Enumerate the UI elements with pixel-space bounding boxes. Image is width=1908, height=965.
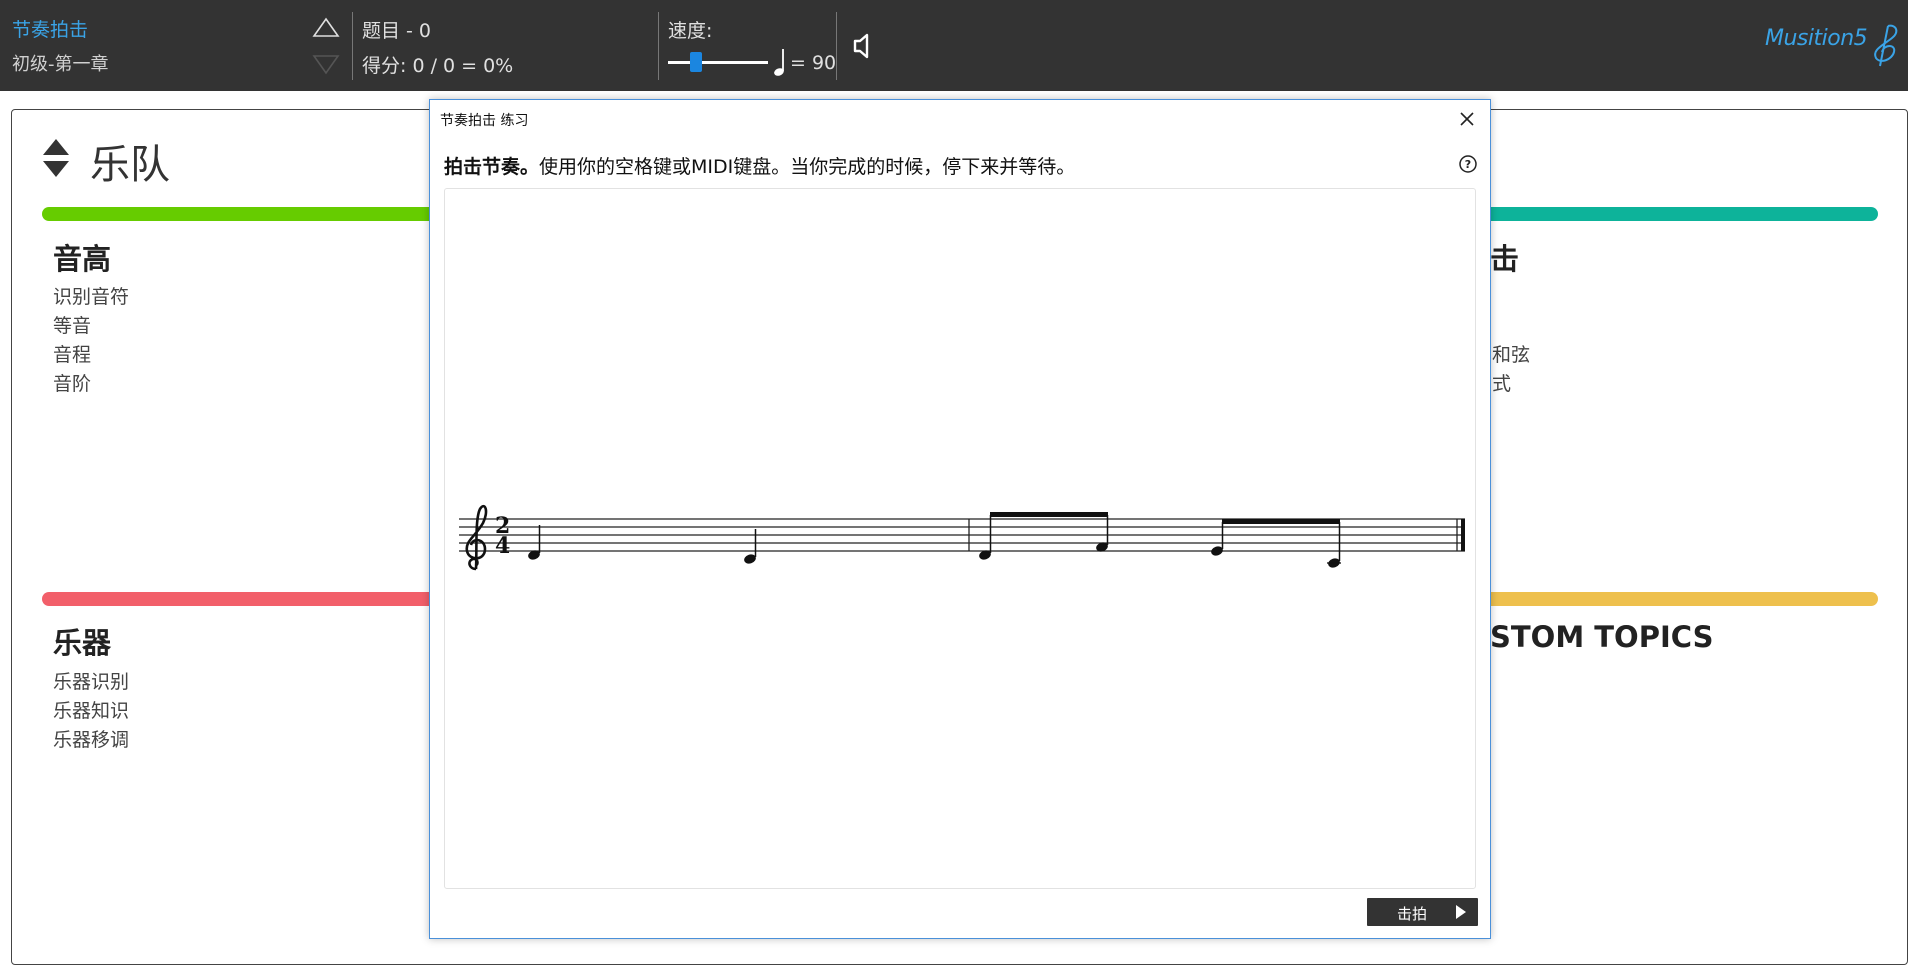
topic-link[interactable]: 等音 bbox=[53, 312, 129, 341]
score-display: 得分: 0 / 0 = 0% bbox=[362, 55, 514, 77]
clef-logo-icon bbox=[1874, 24, 1898, 67]
svg-text:?: ? bbox=[1465, 158, 1471, 171]
quarter-note-icon bbox=[774, 49, 784, 76]
category-heading-pitch[interactable]: 音高 bbox=[53, 236, 111, 278]
triangle-down-icon[interactable] bbox=[311, 52, 341, 76]
toolbar-separator bbox=[658, 12, 659, 80]
tempo-slider-track bbox=[668, 61, 768, 64]
category-list-instruments: 乐器识别 乐器知识 乐器移调 bbox=[53, 668, 129, 755]
topic-link[interactable] bbox=[1492, 283, 1530, 312]
category-list-pitch: 识别音符 等音 音程 音阶 bbox=[53, 283, 129, 399]
topic-link[interactable]: 乐器识别 bbox=[53, 668, 129, 697]
time-signature-bottom: 4 bbox=[495, 533, 510, 559]
exercise-subtitle: 初级-第一章 bbox=[12, 54, 109, 75]
instruction-bold: 拍击节奏。 bbox=[444, 156, 540, 178]
instruction-rest: 使用你的空格键或MIDI键盘。当你完成的时候，停下来并等待。 bbox=[539, 156, 1076, 178]
topic-link[interactable]: 音程 bbox=[53, 341, 129, 370]
exercise-title[interactable]: 节奏拍击 bbox=[12, 15, 88, 42]
category-heading-harmony[interactable]: 击 bbox=[1490, 236, 1519, 278]
speaker-icon[interactable] bbox=[852, 32, 874, 60]
tempo-slider-thumb[interactable] bbox=[690, 52, 702, 72]
category-heading-instruments[interactable]: 乐器 bbox=[53, 620, 111, 662]
triangle-up-icon[interactable] bbox=[311, 16, 341, 40]
final-bar-line-thick bbox=[1461, 519, 1465, 551]
rhythm-tapping-dialog: 节奏拍击 练习 拍击节奏。使用你的空格键或MIDI键盘。当你完成的时候，停下来并… bbox=[429, 99, 1491, 939]
topic-link[interactable] bbox=[1492, 312, 1530, 341]
instruction-text: 拍击节奏。使用你的空格键或MIDI键盘。当你完成的时候，停下来并等待。 bbox=[444, 152, 1075, 179]
category-bar-pitch bbox=[42, 207, 442, 221]
tempo-value: = 90 bbox=[790, 52, 837, 74]
dialog-title: 节奏拍击 练习 bbox=[440, 113, 529, 129]
toolbar-separator bbox=[352, 12, 353, 80]
tempo-slider[interactable] bbox=[668, 52, 768, 72]
topic-link[interactable]: 识别音符 bbox=[53, 283, 129, 312]
topic-link[interactable]: 乐器知识 bbox=[53, 697, 129, 726]
question-counter: 题目 - 0 bbox=[362, 20, 432, 42]
tap-button-label: 击拍 bbox=[1397, 905, 1428, 923]
category-list-harmony: 和弦 式 bbox=[1492, 283, 1530, 399]
treble-clef-icon bbox=[465, 504, 488, 571]
category-bar-instruments bbox=[42, 592, 442, 606]
topic-link[interactable]: 乐器移调 bbox=[53, 726, 129, 755]
tap-button[interactable]: 击拍 bbox=[1367, 898, 1478, 926]
toolbar-separator bbox=[836, 12, 837, 80]
brand-logo: Musition5 bbox=[1765, 26, 1868, 51]
play-icon bbox=[1456, 905, 1466, 919]
score-area: 2 4 bbox=[444, 188, 1476, 889]
tempo-label: 速度: bbox=[668, 20, 713, 42]
topic-link[interactable]: 和弦 bbox=[1492, 341, 1530, 370]
topic-link[interactable]: 音阶 bbox=[53, 370, 129, 399]
topic-link[interactable]: 式 bbox=[1492, 370, 1530, 399]
category-bar-custom bbox=[1480, 592, 1878, 606]
top-toolbar: 节奏拍击 初级-第一章 题目 - 0 得分: 0 / 0 = 0% 速度: = … bbox=[0, 0, 1908, 91]
close-icon[interactable] bbox=[1456, 108, 1478, 130]
ensemble-title: 乐队 bbox=[90, 142, 170, 188]
category-heading-custom[interactable]: STOM TOPICS bbox=[1490, 620, 1713, 654]
rhythm-score: 2 4 bbox=[459, 504, 1465, 571]
category-bar-harmony bbox=[1480, 207, 1878, 221]
sort-arrows-icon[interactable] bbox=[42, 138, 70, 178]
help-icon[interactable]: ? bbox=[1458, 154, 1478, 174]
